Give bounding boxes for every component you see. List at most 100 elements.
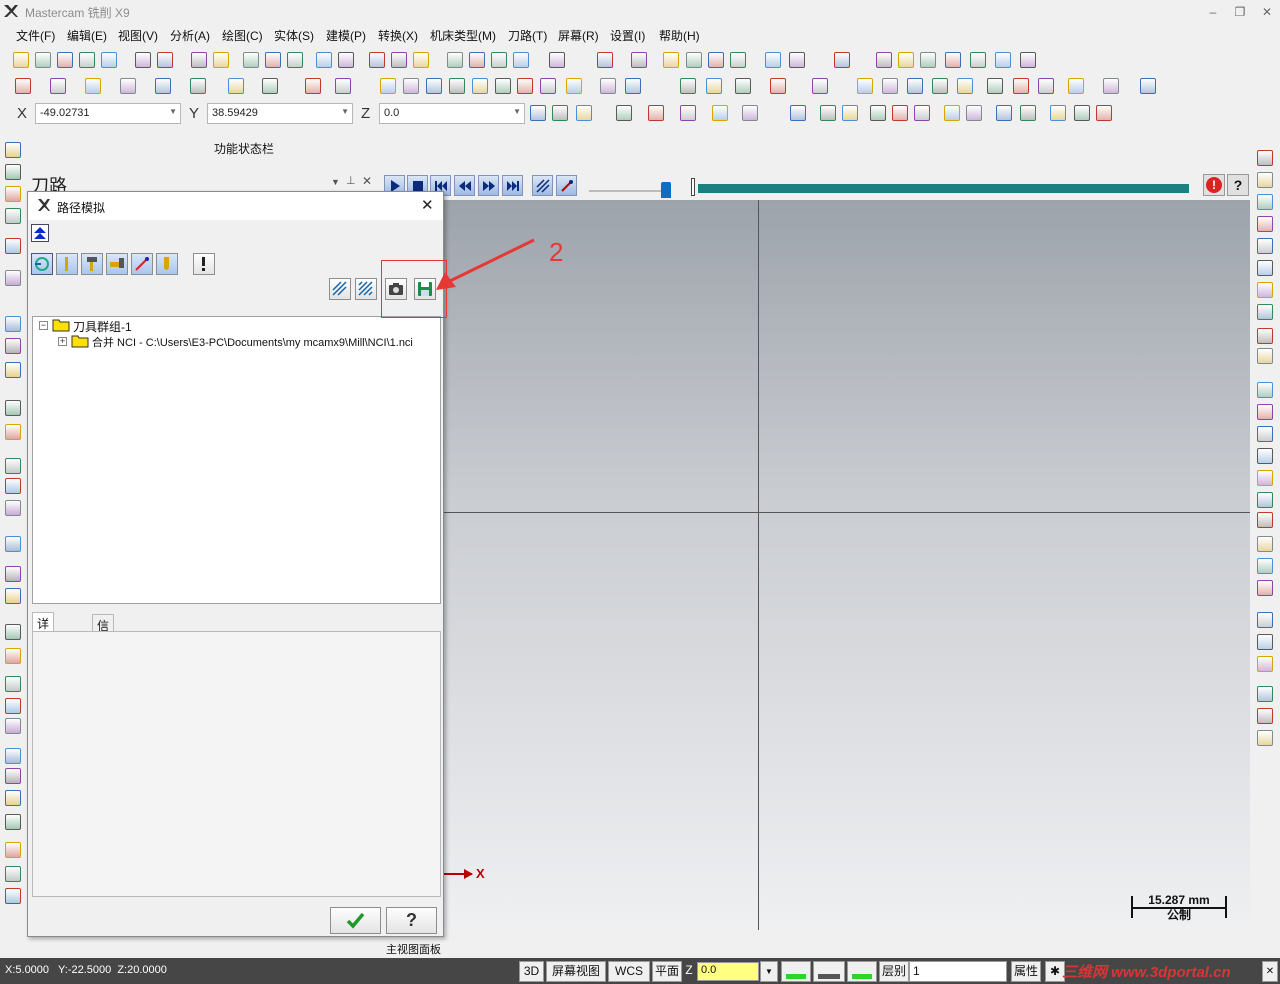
viewport-tab[interactable]: 主视图面板 (386, 941, 441, 957)
row1-tool-icon[interactable] (513, 52, 529, 68)
right-tool-icon[interactable] (1257, 216, 1273, 232)
left-tool-icon[interactable] (5, 424, 21, 440)
row1-tool-icon[interactable] (708, 52, 724, 68)
speed-slider-thumb[interactable] (661, 182, 671, 198)
row2-tool-icon[interactable] (957, 78, 973, 94)
right-tool-icon[interactable] (1257, 304, 1273, 320)
row1-tool-icon[interactable] (135, 52, 151, 68)
row2-tool-icon[interactable] (15, 78, 31, 94)
snap-tool-icon[interactable] (530, 105, 546, 121)
left-tool-icon[interactable] (5, 814, 21, 830)
left-tool-icon[interactable] (5, 624, 21, 640)
left-tool-icon[interactable] (5, 790, 21, 806)
row2-tool-icon[interactable] (566, 78, 582, 94)
row2-tool-icon[interactable] (1068, 78, 1084, 94)
row2-tool-icon[interactable] (120, 78, 136, 94)
menu-file[interactable]: 文件(F) (16, 26, 55, 46)
row2-tool-icon[interactable] (706, 78, 722, 94)
snap-tool-icon[interactable] (648, 105, 664, 121)
snap-tool-icon[interactable] (966, 105, 982, 121)
row2-tool-icon[interactable] (1103, 78, 1119, 94)
z-depth-dropdown[interactable]: ▼ (760, 961, 778, 982)
snap-tool-icon[interactable] (1074, 105, 1090, 121)
right-tool-icon[interactable] (1257, 238, 1273, 254)
row1-tool-icon[interactable] (369, 52, 385, 68)
tree-expand-toggle[interactable]: + (58, 337, 67, 346)
left-tool-icon[interactable] (5, 400, 21, 416)
row1-tool-icon[interactable] (413, 52, 429, 68)
right-tool-icon[interactable] (1257, 282, 1273, 298)
row2-tool-icon[interactable] (812, 78, 828, 94)
progress-start-marker[interactable] (691, 178, 695, 196)
row2-tool-icon[interactable] (540, 78, 556, 94)
graphics-viewport[interactable]: X 15.287 mm 公制 (384, 200, 1250, 930)
panel-pin-icon[interactable]: ⊥ (346, 174, 356, 187)
left-tool-icon[interactable] (5, 866, 21, 882)
menu-model-prep[interactable]: 建模(P) (326, 26, 366, 46)
left-tool-icon[interactable] (5, 566, 21, 582)
right-tool-icon[interactable] (1257, 686, 1273, 702)
row1-tool-icon[interactable] (663, 52, 679, 68)
row2-tool-icon[interactable] (449, 78, 465, 94)
snap-tool-icon[interactable] (870, 105, 886, 121)
left-tool-icon[interactable] (5, 164, 21, 180)
row1-tool-icon[interactable] (549, 52, 565, 68)
right-tool-icon[interactable] (1257, 512, 1273, 528)
row2-tool-icon[interactable] (403, 78, 419, 94)
row2-tool-icon[interactable] (1140, 78, 1156, 94)
snap-tool-icon[interactable] (944, 105, 960, 121)
left-tool-icon[interactable] (5, 362, 21, 378)
level-field[interactable]: 1 (909, 961, 1007, 982)
right-tool-icon[interactable] (1257, 558, 1273, 574)
right-tool-icon[interactable] (1257, 260, 1273, 276)
fill-button[interactable] (813, 961, 845, 982)
snap-tool-icon[interactable] (1096, 105, 1112, 121)
step-back-button[interactable] (454, 175, 475, 196)
display-all-paths-button[interactable] (355, 278, 377, 300)
left-tool-icon[interactable] (5, 768, 21, 784)
row1-tool-icon[interactable] (898, 52, 914, 68)
plane-button[interactable]: 平面 (652, 961, 682, 982)
color-button[interactable] (781, 961, 811, 982)
row1-tool-icon[interactable] (287, 52, 303, 68)
display-entity-toggle[interactable] (131, 253, 153, 275)
clear-path-button[interactable] (329, 278, 351, 300)
help-button[interactable]: ? (386, 907, 437, 934)
x-coordinate-field[interactable]: -49.02731 ▼ (35, 103, 181, 124)
menu-screen[interactable]: 屏幕(R) (558, 26, 599, 46)
row2-tool-icon[interactable] (600, 78, 616, 94)
tree-collapse-toggle[interactable]: − (39, 321, 48, 330)
left-tool-icon[interactable] (5, 500, 21, 516)
row1-tool-icon[interactable] (730, 52, 746, 68)
left-tool-icon[interactable] (5, 536, 21, 552)
screen-view-button[interactable]: 屏幕视图 (546, 961, 606, 982)
left-tool-icon[interactable] (5, 718, 21, 734)
right-tool-icon[interactable] (1257, 448, 1273, 464)
right-tool-icon[interactable] (1257, 634, 1273, 650)
right-tool-icon[interactable] (1257, 194, 1273, 210)
row1-tool-icon[interactable] (13, 52, 29, 68)
ok-button[interactable] (330, 907, 381, 934)
snap-tool-icon[interactable] (576, 105, 592, 121)
shaded-tool-toggle[interactable] (156, 253, 178, 275)
z-coordinate-field[interactable]: 0.0 ▼ (379, 103, 525, 124)
row2-tool-icon[interactable] (190, 78, 206, 94)
minimize-button[interactable]: – (1200, 2, 1226, 22)
row2-tool-icon[interactable] (770, 78, 786, 94)
row2-tool-icon[interactable] (50, 78, 66, 94)
dialog-close-button[interactable]: ✕ (421, 196, 434, 214)
menu-settings[interactable]: 设置(I) (610, 26, 645, 46)
row1-tool-icon[interactable] (970, 52, 986, 68)
row2-tool-icon[interactable] (735, 78, 751, 94)
row2-tool-icon[interactable] (1013, 78, 1029, 94)
row2-tool-icon[interactable] (680, 78, 696, 94)
tree-nci-item[interactable]: 合并 NCI - C:\Users\E3-PC\Documents\my mca… (92, 334, 413, 350)
menu-analyze[interactable]: 分析(A) (170, 26, 210, 46)
left-tool-icon[interactable] (5, 842, 21, 858)
left-tool-icon[interactable] (5, 238, 21, 254)
row1-tool-icon[interactable] (765, 52, 781, 68)
left-tool-icon[interactable] (5, 648, 21, 664)
right-tool-icon[interactable] (1257, 492, 1273, 508)
row2-tool-icon[interactable] (987, 78, 1003, 94)
right-tool-icon[interactable] (1257, 150, 1273, 166)
